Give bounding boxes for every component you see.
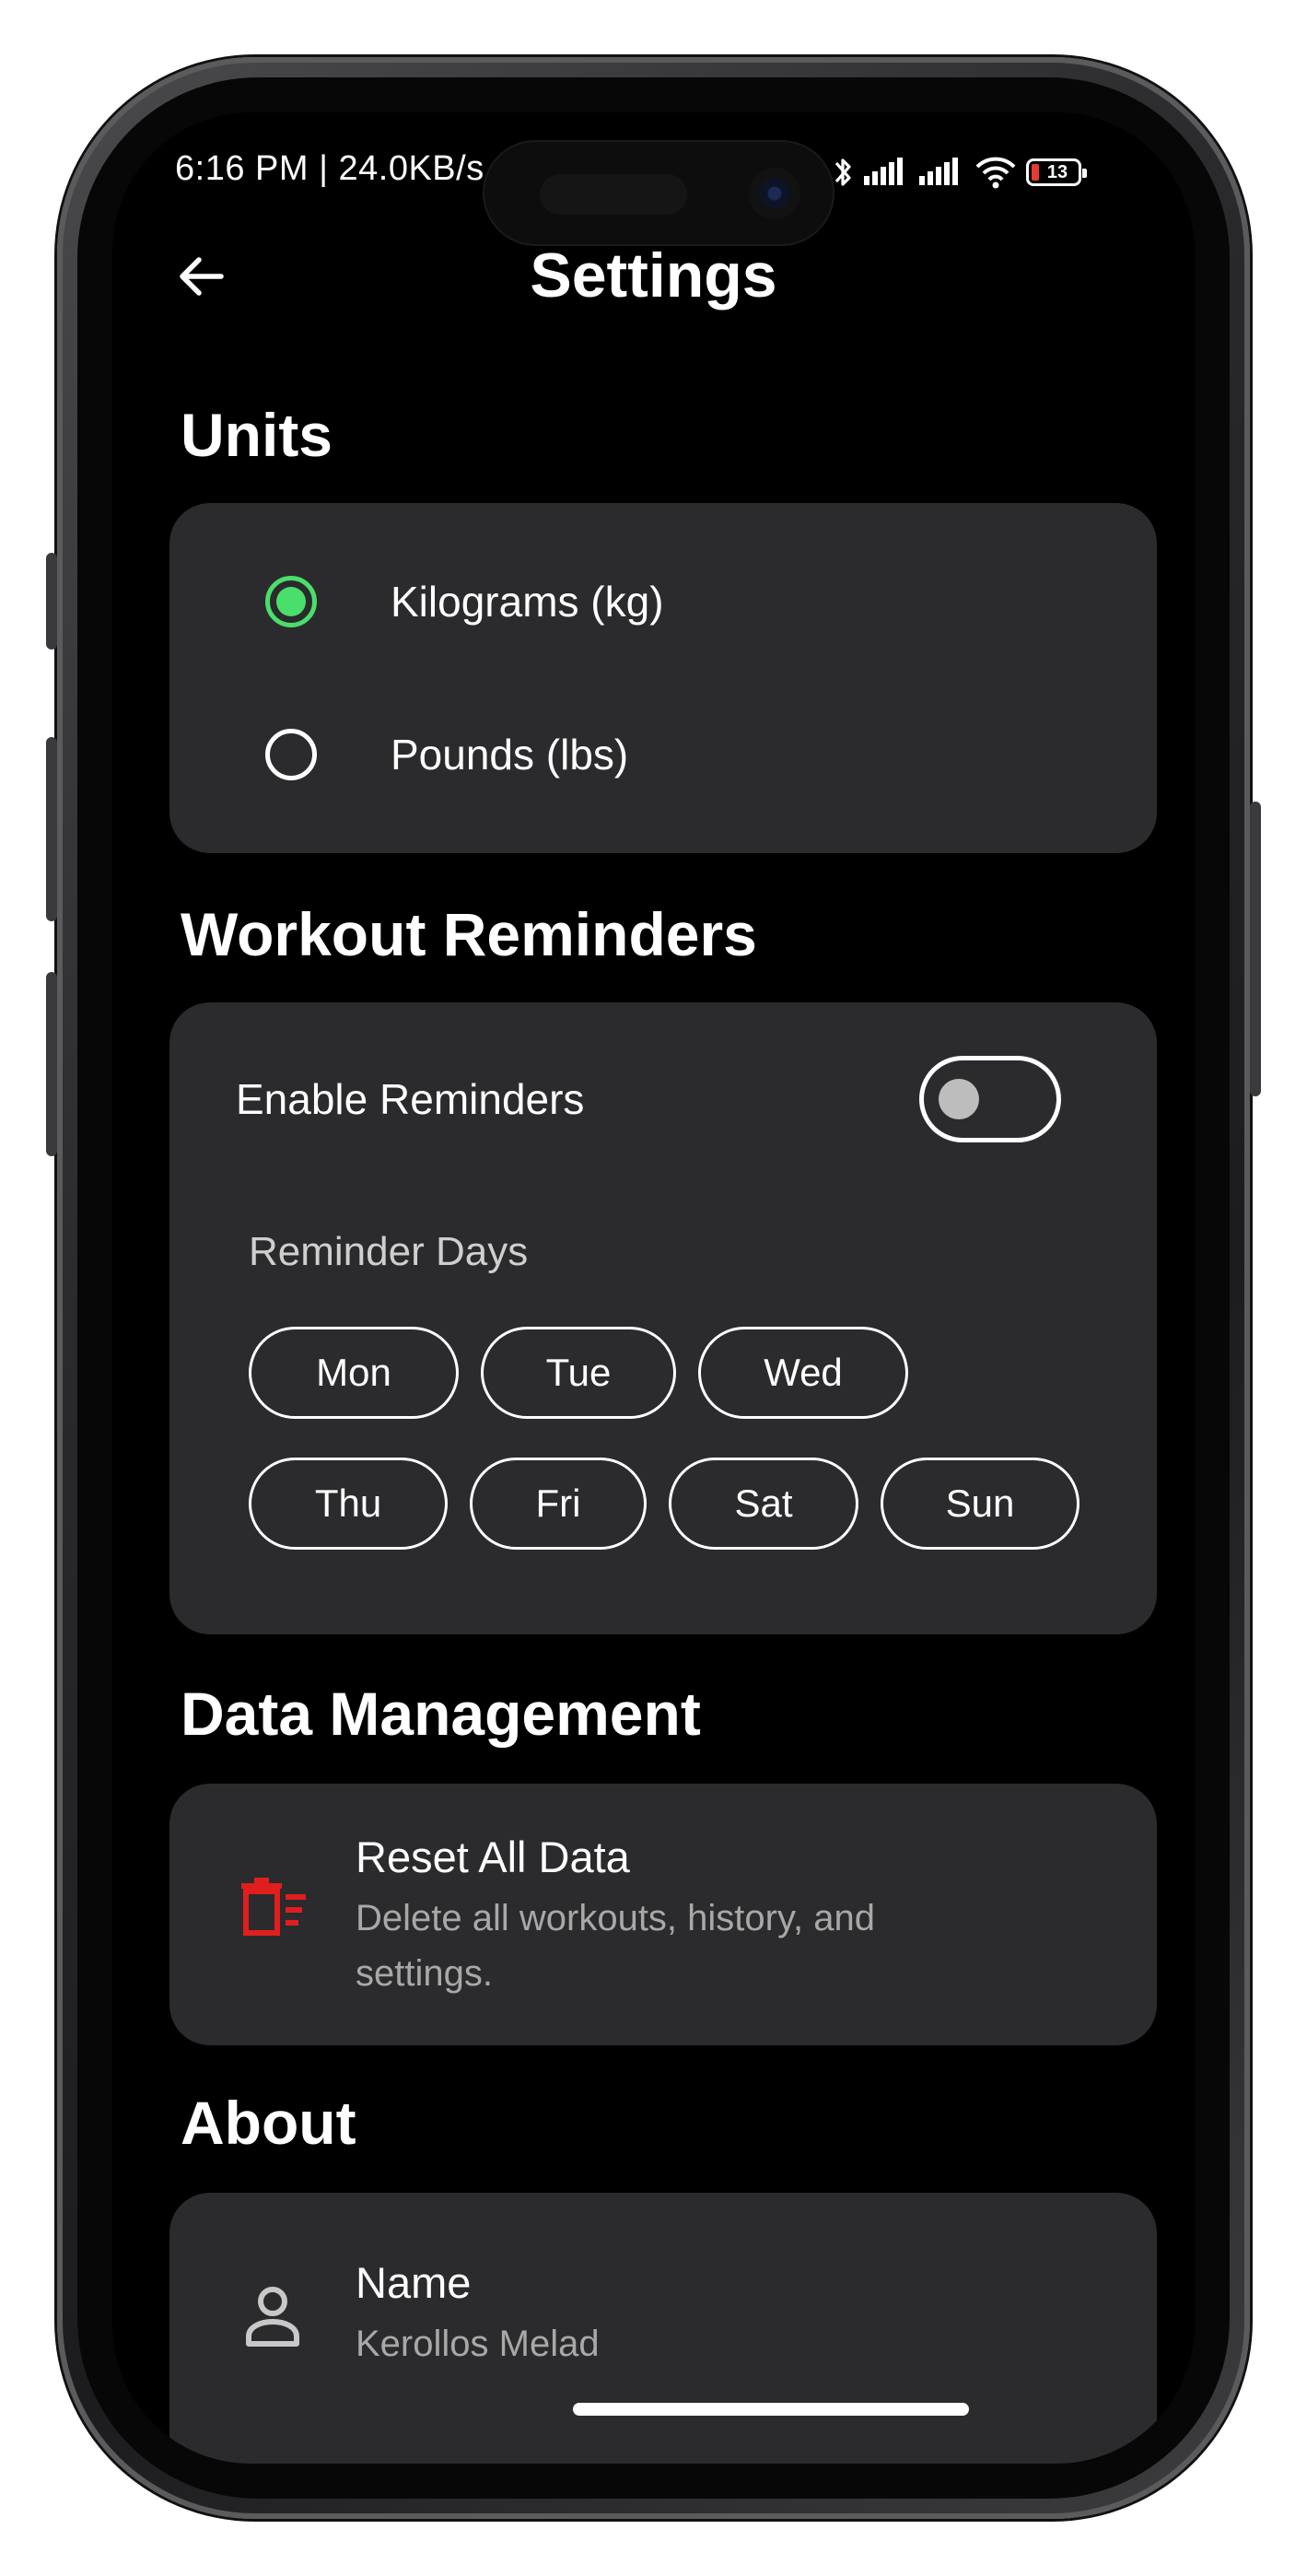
person-icon	[246, 2287, 299, 2347]
day-chip-wed[interactable]: Wed	[698, 1327, 908, 1419]
about-name-value: Kerollos Melad	[356, 2324, 600, 2364]
home-indicator[interactable]	[573, 2403, 969, 2416]
volume-up-button	[46, 737, 57, 921]
day-chip-mon[interactable]: Mon	[249, 1327, 459, 1419]
day-chip-thu[interactable]: Thu	[249, 1458, 448, 1550]
status-time: 6:16 PM | 24.0KB/s	[175, 149, 484, 188]
units-card: Kilograms (kg) Pounds (lbs)	[169, 503, 1157, 853]
about-name-label: Name	[356, 2258, 472, 2307]
reset-all-data-description: Delete all workouts, history, and settin…	[356, 1898, 875, 1994]
toggle-knob	[939, 1079, 979, 1119]
status-icons: 13	[833, 149, 1087, 195]
reset-all-data-title: Reset All Data	[356, 1832, 630, 1881]
units-section-title: Units	[181, 401, 333, 469]
unit-option-lbs[interactable]: Pounds (lbs)	[169, 713, 1157, 796]
about-card: Name Kerollos Melad	[169, 2193, 1157, 2464]
day-chip-tue[interactable]: Tue	[481, 1327, 676, 1419]
unit-option-label: Pounds (lbs)	[391, 731, 629, 779]
day-chip-fri[interactable]: Fri	[470, 1458, 647, 1550]
volume-down-button	[46, 972, 57, 1156]
reminders-card: Enable Reminders Reminder Days Mon Tue W…	[169, 1002, 1157, 1634]
bluetooth-icon	[834, 158, 851, 186]
dynamic-island	[483, 140, 834, 246]
app-screen: 6:16 PM | 24.0KB/s 13 Settings Units Kil…	[112, 112, 1195, 2464]
front-camera-icon	[749, 168, 800, 219]
action-button	[46, 553, 57, 650]
battery-level: 13	[1046, 161, 1068, 182]
day-chip-sun[interactable]: Sun	[881, 1458, 1079, 1550]
page-title: Settings	[530, 240, 777, 310]
power-button	[1250, 802, 1261, 1096]
enable-reminders-label: Enable Reminders	[236, 1075, 585, 1123]
delete-sweep-icon	[241, 1878, 306, 1936]
radio-unselected-icon[interactable]	[265, 729, 317, 780]
unit-option-kg[interactable]: Kilograms (kg)	[169, 560, 1157, 643]
reminders-section-title: Workout Reminders	[181, 900, 757, 968]
reset-data-card[interactable]: Reset All Data Delete all workouts, hist…	[169, 1784, 1157, 2045]
signal-icon	[864, 158, 903, 185]
wifi-icon	[975, 157, 1016, 189]
unit-option-label: Kilograms (kg)	[391, 578, 664, 626]
day-chip-sat[interactable]: Sat	[669, 1458, 858, 1550]
signal-icon-2	[919, 158, 958, 185]
reminder-days-label: Reminder Days	[249, 1229, 529, 1274]
about-section-title: About	[181, 2089, 356, 2157]
radio-selected-icon[interactable]	[265, 576, 317, 627]
enable-reminders-toggle[interactable]	[919, 1056, 1061, 1142]
data-management-section-title: Data Management	[181, 1680, 701, 1748]
battery-icon: 13	[1026, 158, 1087, 186]
